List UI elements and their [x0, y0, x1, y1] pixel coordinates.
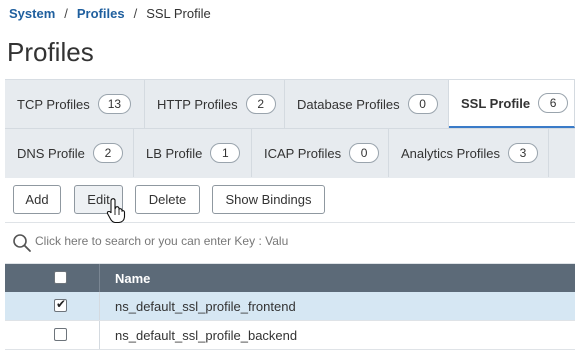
tab-label: TCP Profiles — [17, 96, 90, 112]
breadcrumb-separator: / — [64, 6, 68, 21]
page-title: Profiles — [7, 37, 94, 67]
breadcrumb-system-link[interactable]: System — [9, 6, 55, 21]
count-badge: 0 — [349, 143, 380, 163]
tab-label: HTTP Profiles — [157, 96, 238, 112]
count-badge: 0 — [407, 94, 438, 114]
count-badge: 13 — [97, 94, 132, 114]
checkmark-icon: ✔ — [56, 297, 67, 311]
select-all-cell — [5, 264, 100, 292]
delete-button[interactable]: Delete — [135, 185, 200, 214]
count-badge: 1 — [210, 143, 241, 163]
breadcrumb-current: SSL Profile — [146, 6, 211, 21]
tab-label: SSL Profile — [461, 95, 531, 111]
breadcrumb-profiles-link[interactable]: Profiles — [77, 6, 125, 21]
tab-label: LB Profile — [146, 145, 203, 161]
tab-lb-profile[interactable]: LB Profile 1 — [134, 129, 252, 177]
select-all-checkbox[interactable] — [54, 271, 67, 284]
count-badge: 2 — [92, 143, 123, 163]
tab-tcp-profiles[interactable]: TCP Profiles 13 — [5, 80, 145, 128]
tab-analytics-profiles[interactable]: Analytics Profiles 3 — [389, 129, 549, 177]
profiles-table: Name ✔ ns_default_ssl_profile_frontend n… — [5, 264, 575, 350]
search-bar — [5, 222, 575, 264]
row-checkbox[interactable] — [54, 328, 67, 341]
row-checkbox[interactable]: ✔ — [54, 297, 67, 312]
tab-label: Database Profiles — [297, 96, 400, 112]
search-input[interactable] — [35, 234, 295, 248]
row-checkbox-cell — [5, 321, 100, 349]
table-row[interactable]: ✔ ns_default_ssl_profile_frontend — [5, 292, 575, 321]
tab-ssl-profile[interactable]: SSL Profile 6 — [449, 80, 575, 128]
count-badge: 2 — [245, 94, 276, 114]
search-icon — [13, 234, 31, 252]
action-toolbar: Add Edit Delete Show Bindings — [5, 178, 575, 222]
table-row[interactable]: ns_default_ssl_profile_backend — [5, 321, 575, 350]
show-bindings-button[interactable]: Show Bindings — [212, 185, 325, 214]
column-header-name[interactable]: Name — [115, 271, 150, 286]
row-checkbox-cell: ✔ — [5, 292, 100, 320]
count-badge: 6 — [538, 93, 569, 113]
tab-icap-profiles[interactable]: ICAP Profiles 0 — [252, 129, 389, 177]
add-button[interactable]: Add — [13, 185, 61, 214]
tab-http-profiles[interactable]: HTTP Profiles 2 — [145, 80, 285, 128]
tab-dns-profile[interactable]: DNS Profile 2 — [5, 129, 134, 177]
row-name: ns_default_ssl_profile_frontend — [115, 299, 296, 314]
breadcrumb-separator: / — [133, 6, 138, 21]
breadcrumb: System / Profiles / SSL Profile — [9, 6, 211, 21]
hand-cursor-icon — [106, 198, 126, 224]
count-badge: 3 — [507, 143, 538, 163]
tab-label: Analytics Profiles — [401, 145, 500, 161]
tab-label: DNS Profile — [17, 145, 85, 161]
table-header: Name — [5, 264, 575, 292]
tab-label: ICAP Profiles — [264, 145, 342, 161]
profile-tabs: TCP Profiles 13 HTTP Profiles 2 Database… — [5, 79, 575, 178]
tab-database-profiles[interactable]: Database Profiles 0 — [285, 80, 449, 128]
